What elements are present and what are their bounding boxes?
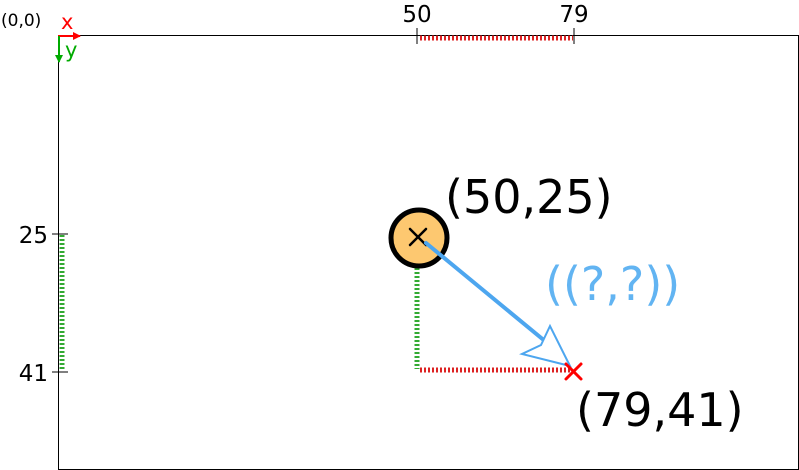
x-tick-label-79: 79	[559, 2, 588, 28]
origin-label: (0,0)	[1, 11, 41, 31]
y-tick-label-41: 41	[19, 361, 48, 387]
start-point-label: (50,25)	[445, 170, 613, 224]
x-tick-label-50: 50	[402, 2, 431, 28]
vector-arrowhead-icon	[519, 323, 572, 368]
x-axis-label: x	[61, 10, 73, 34]
vector-arrow-shaft	[424, 241, 559, 353]
vector-label: ((?,?))	[545, 257, 680, 311]
y-axis-label: y	[65, 38, 77, 62]
y-tick-label-25: 25	[19, 223, 48, 249]
coordinate-diagram: (0,0) x y 50 79 25 41 (50,25) ((?,?)) (7…	[1, 2, 799, 470]
end-point-label: (79,41)	[576, 383, 744, 437]
